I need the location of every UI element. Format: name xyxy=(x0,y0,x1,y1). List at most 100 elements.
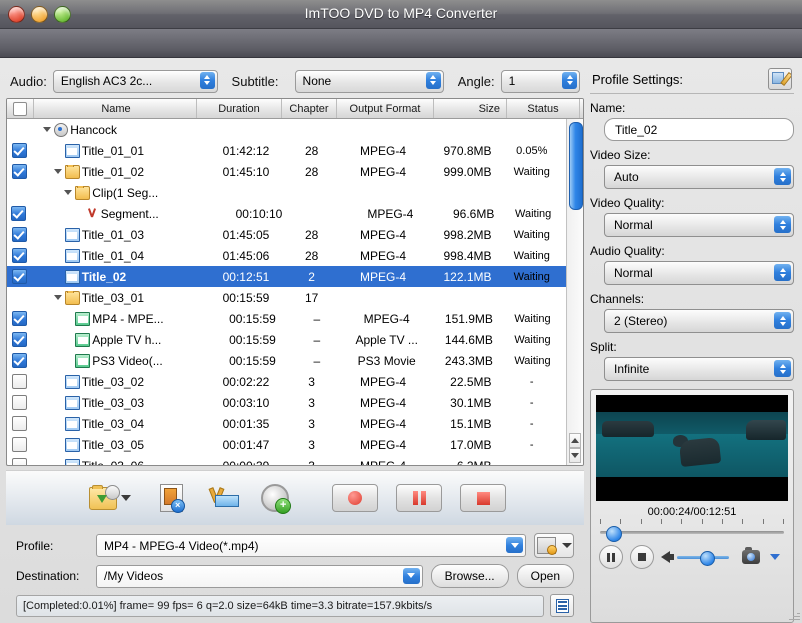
table-row[interactable]: Title_01_04 01:45:06 28 MPEG-4 998.4MB Waitin… xyxy=(7,245,566,266)
row-size: 15.1MB xyxy=(450,416,492,431)
film-green-icon xyxy=(75,311,91,326)
resize-grip[interactable] xyxy=(788,609,800,621)
row-checkbox[interactable] xyxy=(7,395,32,410)
table-row[interactable]: Title_03_0600:00:393MPEG-46.2MB- xyxy=(7,455,566,465)
row-checkbox[interactable] xyxy=(7,248,32,263)
table-row[interactable]: Title_01_01 01:42:12 28 MPEG-4 970.8MB 0.05% xyxy=(7,140,566,161)
log-button[interactable] xyxy=(550,594,574,617)
pause-button[interactable] xyxy=(396,484,442,512)
table-row[interactable]: MP4 - MPE... 00:15:59 – MPEG-4 151.9MB Waitin… xyxy=(7,308,566,329)
table-row[interactable]: Title_03_02 00:02:22 3 MPEG-4 22.5MB - xyxy=(7,371,566,392)
profile-dropdown-arrow[interactable] xyxy=(506,537,523,553)
table-row[interactable]: Title_02 00:12:51 2 MPEG-4 122.1MB Waiting xyxy=(7,266,566,287)
header-duration[interactable]: Duration xyxy=(197,99,282,118)
table-row[interactable]: Segment... 00:10:10 MPEG-4 96.6MB Waiting xyxy=(7,203,566,224)
chevron-down-icon[interactable] xyxy=(121,495,131,501)
table-row[interactable]: Title_03_04 00:01:35 3 MPEG-4 15.1MB - xyxy=(7,413,566,434)
edit-pencil-icon[interactable] xyxy=(768,68,792,90)
destination-dropdown-arrow[interactable] xyxy=(402,567,420,584)
table-row[interactable]: Apple TV h... 00:15:59 – Apple TV ... 144.6M… xyxy=(7,329,566,350)
audio-stepper[interactable] xyxy=(199,71,215,89)
add-profile-button[interactable]: + xyxy=(258,482,292,514)
scrollbar-buttons[interactable] xyxy=(569,433,581,463)
preview-controls xyxy=(596,545,788,569)
field-select[interactable]: Normal xyxy=(604,261,794,285)
table-row[interactable]: Clip(1 Seg... xyxy=(7,182,566,203)
subtitle-stepper[interactable] xyxy=(425,71,441,89)
table-row[interactable]: Hancock xyxy=(7,119,566,140)
row-checkbox[interactable] xyxy=(7,458,32,465)
field-stepper[interactable] xyxy=(774,264,791,281)
field-stepper[interactable] xyxy=(774,216,791,233)
preview-stop-button[interactable] xyxy=(630,545,654,569)
row-format: MPEG-4 xyxy=(360,374,407,389)
scrollbar-thumb[interactable] xyxy=(569,122,583,210)
row-checkbox[interactable] xyxy=(7,353,31,368)
remove-file-button[interactable]: × xyxy=(154,482,188,514)
volume-knob[interactable] xyxy=(699,551,715,566)
row-checkbox[interactable] xyxy=(7,374,32,389)
table-row[interactable]: Title_03_01 00:15:59 17 xyxy=(7,287,566,308)
chevron-down-icon[interactable] xyxy=(770,554,780,560)
field-label: Video Quality: xyxy=(590,196,665,210)
profile-browse-button[interactable] xyxy=(534,533,574,558)
field-stepper[interactable] xyxy=(774,360,791,377)
row-checkbox[interactable] xyxy=(7,143,32,158)
field-select[interactable]: 2 (Stereo) xyxy=(604,309,794,333)
row-checkbox[interactable] xyxy=(7,437,32,452)
row-checkbox[interactable] xyxy=(7,269,32,284)
stop-button[interactable] xyxy=(460,484,506,512)
row-status: - xyxy=(529,375,534,388)
open-button[interactable]: Open xyxy=(516,564,574,588)
profile-select[interactable]: MP4 - MPEG-4 Video(*.mp4) xyxy=(96,534,526,557)
seek-knob[interactable] xyxy=(605,526,622,542)
disclosure-triangle-icon[interactable] xyxy=(53,169,62,174)
field-stepper[interactable] xyxy=(774,168,791,185)
record-button[interactable] xyxy=(332,484,378,512)
header-name[interactable]: Name xyxy=(34,99,197,118)
header-select-all[interactable] xyxy=(7,99,34,118)
header-status[interactable]: Status xyxy=(507,99,580,118)
preview-pause-button[interactable] xyxy=(599,545,623,569)
disclosure-triangle-icon[interactable] xyxy=(53,295,62,300)
header-size[interactable]: Size xyxy=(434,99,507,118)
preview-screen[interactable] xyxy=(596,395,788,501)
load-dvd-button[interactable] xyxy=(84,482,136,514)
disclosure-triangle-icon[interactable] xyxy=(64,190,73,195)
table-scrollbar[interactable] xyxy=(566,119,583,465)
table-row[interactable]: Title_03_05 00:01:47 3 MPEG-4 17.0MB - xyxy=(7,434,566,455)
row-checkbox[interactable] xyxy=(7,227,32,242)
angle-stepper[interactable] xyxy=(562,71,578,89)
angle-value: 1 xyxy=(508,74,516,88)
browse-button[interactable]: Browse... xyxy=(430,564,509,588)
field-select[interactable]: Normal xyxy=(604,213,794,237)
chevron-down-icon[interactable] xyxy=(561,543,572,548)
table-row[interactable]: Title_03_03 00:03:10 3 MPEG-4 30.1MB - xyxy=(7,392,566,413)
speaker-icon[interactable] xyxy=(661,551,674,563)
scroll-up-button[interactable] xyxy=(569,433,581,448)
table-row[interactable]: PS3 Video(... 00:15:59 – PS3 Movie 243.3MB Wa… xyxy=(7,350,566,371)
row-checkbox[interactable] xyxy=(7,311,31,326)
row-checkbox[interactable] xyxy=(7,164,32,179)
scroll-down-button[interactable] xyxy=(569,448,581,463)
disclosure-triangle-icon[interactable] xyxy=(43,127,52,132)
clip-button[interactable] xyxy=(206,482,240,514)
table-row[interactable]: Title_01_02 01:45:10 28 MPEG-4 999.0MB Waitin… xyxy=(7,161,566,182)
field-select[interactable]: Auto xyxy=(604,165,794,189)
row-checkbox[interactable] xyxy=(7,416,32,431)
volume-slider[interactable] xyxy=(677,550,729,566)
seek-slider[interactable] xyxy=(600,525,784,542)
destination-select[interactable]: /My Videos xyxy=(96,564,423,588)
field-select[interactable]: Infinite xyxy=(604,357,794,381)
header-chapter[interactable]: Chapter xyxy=(282,99,337,118)
header-output-format[interactable]: Output Format xyxy=(337,99,434,118)
row-checkbox[interactable] xyxy=(7,332,31,347)
subtitle-select[interactable]: None xyxy=(294,69,444,93)
profile-name-input[interactable]: Title_02 xyxy=(604,118,794,141)
field-stepper[interactable] xyxy=(774,312,791,329)
angle-select[interactable]: 1 xyxy=(500,69,581,93)
audio-select[interactable]: English AC3 2c... xyxy=(52,69,218,93)
camera-icon[interactable] xyxy=(742,547,760,564)
table-row[interactable]: Title_01_03 01:45:05 28 MPEG-4 998.2MB Waitin… xyxy=(7,224,566,245)
row-checkbox[interactable] xyxy=(7,206,31,221)
